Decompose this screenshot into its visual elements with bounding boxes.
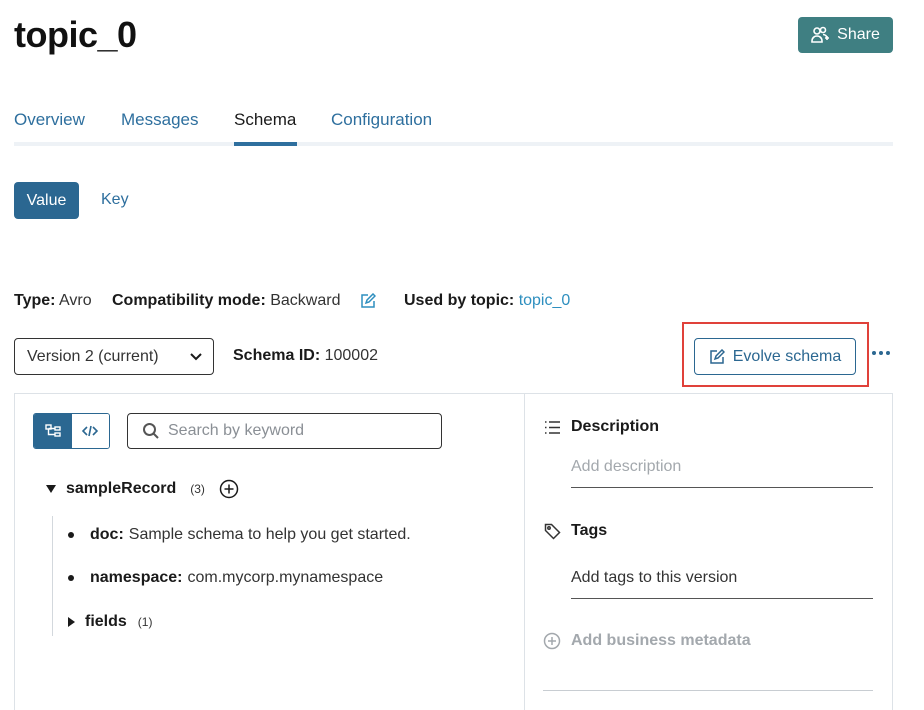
chevron-down-icon	[190, 353, 202, 361]
page-title: topic_0	[14, 14, 137, 55]
code-view-button[interactable]	[71, 414, 109, 448]
share-label: Share	[837, 26, 880, 43]
caret-right-icon[interactable]	[68, 617, 75, 627]
evolve-schema-button[interactable]: Evolve schema	[694, 338, 856, 375]
search-icon	[143, 423, 159, 439]
more-options-button[interactable]	[872, 346, 894, 360]
tags-field[interactable]: Add tags to this version	[571, 563, 873, 599]
tree-guide-line	[52, 516, 53, 636]
tab-messages[interactable]: Messages	[121, 110, 198, 130]
tab-configuration[interactable]: Configuration	[331, 110, 432, 130]
tree-item-fields[interactable]: fields (1)	[68, 613, 152, 631]
edit-icon	[710, 348, 725, 364]
add-circle-icon	[543, 632, 561, 650]
search-input[interactable]	[168, 422, 428, 440]
add-business-metadata[interactable]: Add business metadata	[543, 632, 751, 650]
tree-item-key: namespace:	[90, 569, 183, 586]
tab-schema[interactable]: Schema	[234, 110, 296, 130]
tab-overview[interactable]: Overview	[14, 110, 85, 130]
evolve-schema-label: Evolve schema	[732, 347, 842, 365]
record-field-count: (3)	[190, 482, 205, 496]
tree-item-value: Sample schema to help you get started.	[128, 526, 411, 543]
more-dot-icon	[886, 351, 890, 355]
tag-icon	[544, 523, 561, 540]
share-button[interactable]: Share	[798, 17, 893, 53]
used-by-topic-link[interactable]: topic_0	[519, 292, 571, 309]
divider	[543, 690, 873, 691]
tags-heading: Tags	[544, 522, 607, 540]
tree-item-value: com.mycorp.mynamespace	[187, 569, 384, 586]
topic-tabs: Overview Messages Schema Configuration	[14, 100, 893, 146]
share-people-icon	[811, 26, 830, 43]
tree-item-key: fields	[85, 613, 127, 630]
description-field[interactable]: Add description	[571, 452, 873, 488]
version-select-value: Version 2 (current)	[27, 347, 159, 365]
used-by-topic-info: Used by topic: topic_0	[404, 292, 571, 309]
record-name: sampleRecord	[66, 480, 177, 497]
tree-item-namespace: namespace: com.mycorp.mynamespace	[68, 569, 383, 587]
schema-search[interactable]	[127, 413, 442, 449]
code-icon	[82, 425, 99, 437]
list-icon	[545, 420, 560, 434]
tree-view-button[interactable]	[34, 414, 72, 448]
tree-root-record: sampleRecord (3)	[46, 479, 239, 499]
version-select[interactable]: Version 2 (current)	[14, 338, 214, 375]
schema-id: Schema ID: 100002	[233, 347, 378, 364]
more-dot-icon	[872, 351, 876, 355]
caret-down-icon[interactable]	[46, 485, 56, 493]
view-mode-toggle	[33, 413, 110, 449]
key-subject-button[interactable]: Key	[101, 191, 129, 209]
description-heading: Description	[544, 418, 659, 436]
add-field-icon[interactable]	[219, 479, 239, 499]
bullet-icon	[68, 575, 74, 581]
bullet-icon	[68, 532, 74, 538]
compatibility-info: Compatibility mode: Backward	[112, 292, 341, 309]
panel-divider	[524, 393, 525, 710]
edit-compatibility-icon[interactable]	[360, 293, 376, 309]
active-tab-indicator	[234, 142, 297, 146]
fields-count: (1)	[137, 615, 153, 629]
tree-item-doc: doc: Sample schema to help you get start…	[68, 526, 411, 544]
type-info: Type: Avro	[14, 292, 92, 309]
more-dot-icon	[879, 351, 883, 355]
value-subject-button[interactable]: Value	[14, 182, 79, 219]
tree-item-key: doc:	[90, 526, 124, 543]
tree-view-icon	[45, 424, 61, 437]
